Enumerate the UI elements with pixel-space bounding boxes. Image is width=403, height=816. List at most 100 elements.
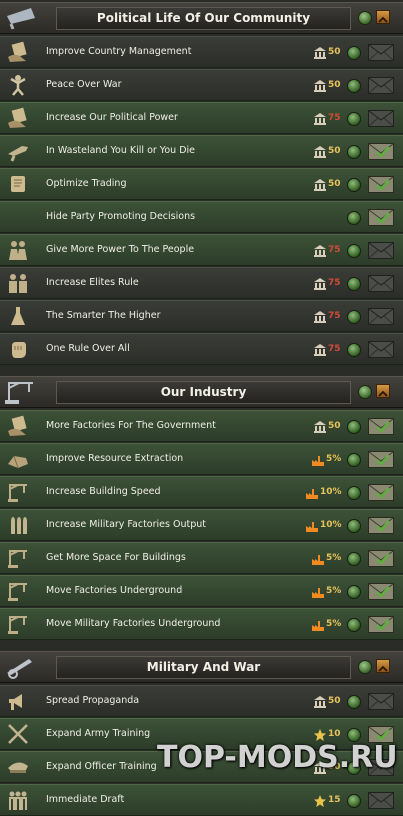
- envelope-checked-icon[interactable]: [368, 583, 394, 600]
- decision-label: Increase Building Speed: [46, 486, 161, 497]
- decision-status-dot[interactable]: [347, 420, 361, 434]
- decision-row[interactable]: Increase Building Speed 10%: [0, 476, 403, 508]
- envelope-icon[interactable]: [368, 77, 394, 94]
- section-status-dot[interactable]: [358, 11, 372, 25]
- decision-label: Immediate Draft: [46, 794, 125, 805]
- decision-row[interactable]: The Smarter The Higher 75: [0, 300, 403, 332]
- crane-icon: [4, 612, 32, 636]
- decision-status-dot[interactable]: [347, 244, 361, 258]
- envelope-checked-icon[interactable]: [368, 176, 394, 193]
- decision-row[interactable]: Give More Power To The People 75: [0, 234, 403, 266]
- elite-figures-icon: [4, 271, 32, 295]
- decision-row[interactable]: Increase Our Political Power 75: [0, 102, 403, 134]
- army-xp-star-icon: [313, 727, 327, 741]
- decision-status-dot[interactable]: [347, 178, 361, 192]
- political-power-icon: [313, 177, 327, 191]
- envelope-checked-icon[interactable]: [368, 418, 394, 435]
- envelope-checked-icon[interactable]: [368, 484, 394, 501]
- decision-row[interactable]: Move Factories Underground 5%: [0, 575, 403, 607]
- envelope-checked-icon[interactable]: [368, 143, 394, 160]
- decision-row[interactable]: Improve Resource Extraction 5%: [0, 443, 403, 475]
- blank-icon: [4, 205, 32, 229]
- cost-value: 75: [328, 245, 341, 255]
- decision-row[interactable]: Peace Over War 50: [0, 69, 403, 101]
- decision-status-dot[interactable]: [347, 695, 361, 709]
- crane-icon: [4, 546, 32, 570]
- envelope-checked-icon[interactable]: [368, 209, 394, 226]
- section-status-dot[interactable]: [358, 660, 372, 674]
- envelope-icon[interactable]: [368, 110, 394, 127]
- decision-status-dot[interactable]: [347, 453, 361, 467]
- soldiers-icon: [4, 788, 32, 812]
- cost-value: 75: [328, 311, 341, 321]
- decision-label: Increase Military Factories Output: [46, 519, 206, 530]
- officer-cap-icon: [4, 755, 32, 779]
- envelope-checked-icon[interactable]: [368, 616, 394, 633]
- fist-icon: [4, 337, 32, 361]
- decision-row[interactable]: Hide Party Promoting Decisions: [0, 201, 403, 233]
- decision-status-dot[interactable]: [347, 277, 361, 291]
- decision-row[interactable]: Spread Propaganda 50: [0, 685, 403, 717]
- decision-row[interactable]: Increase Elites Rule 75: [0, 267, 403, 299]
- envelope-icon[interactable]: [368, 44, 394, 61]
- decision-row[interactable]: Immediate Draft 15: [0, 784, 403, 816]
- decision-status-dot[interactable]: [347, 46, 361, 60]
- decision-status-dot[interactable]: [347, 79, 361, 93]
- decision-label: Give More Power To The People: [46, 244, 195, 255]
- weapon-icon: [4, 139, 32, 163]
- decision-status-dot[interactable]: [347, 343, 361, 357]
- envelope-icon[interactable]: [368, 693, 394, 710]
- envelope-icon[interactable]: [368, 341, 394, 358]
- decision-row[interactable]: In Wasteland You Kill or You Die 50: [0, 135, 403, 167]
- envelope-icon[interactable]: [368, 275, 394, 292]
- decision-status-dot[interactable]: [347, 794, 361, 808]
- envelope-icon[interactable]: [368, 308, 394, 325]
- section-header[interactable]: Political Life Of Our Community: [0, 2, 403, 34]
- decision-row[interactable]: More Factories For The Government 50: [0, 410, 403, 442]
- decision-status-dot[interactable]: [347, 618, 361, 632]
- section-header[interactable]: Military And War: [0, 651, 403, 683]
- decision-label: Get More Space For Buildings: [46, 552, 186, 563]
- collapse-button[interactable]: [376, 10, 390, 24]
- cost-value: 50: [328, 179, 341, 189]
- decision-status-dot[interactable]: [347, 486, 361, 500]
- envelope-checked-icon[interactable]: [368, 451, 394, 468]
- political-power-icon: [313, 309, 327, 323]
- section-title: Our Industry: [56, 381, 351, 404]
- decision-status-dot[interactable]: [347, 310, 361, 324]
- decision-status-dot[interactable]: [347, 585, 361, 599]
- decision-status-dot[interactable]: [347, 145, 361, 159]
- decision-label: Hide Party Promoting Decisions: [46, 211, 196, 222]
- political-power-icon: [313, 243, 327, 257]
- cost-value: 50: [328, 696, 341, 706]
- collapse-button[interactable]: [376, 659, 390, 673]
- envelope-icon[interactable]: [368, 242, 394, 259]
- decision-status-dot[interactable]: [347, 112, 361, 126]
- envelope-icon[interactable]: [368, 792, 394, 809]
- decision-row[interactable]: Optimize Trading 50: [0, 168, 403, 200]
- decision-status-dot[interactable]: [347, 519, 361, 533]
- decision-status-dot[interactable]: [347, 552, 361, 566]
- hand-document-icon: [4, 414, 32, 438]
- factory-icon: [311, 584, 325, 598]
- section-header[interactable]: Our Industry: [0, 376, 403, 408]
- cost-value: 5%: [326, 619, 342, 629]
- decision-label: One Rule Over All: [46, 343, 130, 354]
- cost-value: 5%: [326, 454, 342, 464]
- decision-row[interactable]: One Rule Over All 75: [0, 333, 403, 365]
- decision-row[interactable]: Move Military Factories Underground 5%: [0, 608, 403, 640]
- cost-value: 50: [328, 47, 341, 57]
- collapse-button[interactable]: [376, 384, 390, 398]
- decision-row[interactable]: Get More Space For Buildings 5%: [0, 542, 403, 574]
- envelope-checked-icon[interactable]: [368, 550, 394, 567]
- factory-icon: [305, 518, 319, 532]
- decision-label: Improve Resource Extraction: [46, 453, 184, 464]
- decision-row[interactable]: Improve Country Management 50: [0, 36, 403, 68]
- section-title: Political Life Of Our Community: [56, 7, 351, 30]
- section-status-dot[interactable]: [358, 385, 372, 399]
- political-power-icon: [313, 111, 327, 125]
- chevron-up-icon: [378, 16, 388, 23]
- decision-row[interactable]: Increase Military Factories Output 10%: [0, 509, 403, 541]
- decision-status-dot[interactable]: [347, 211, 361, 225]
- envelope-checked-icon[interactable]: [368, 517, 394, 534]
